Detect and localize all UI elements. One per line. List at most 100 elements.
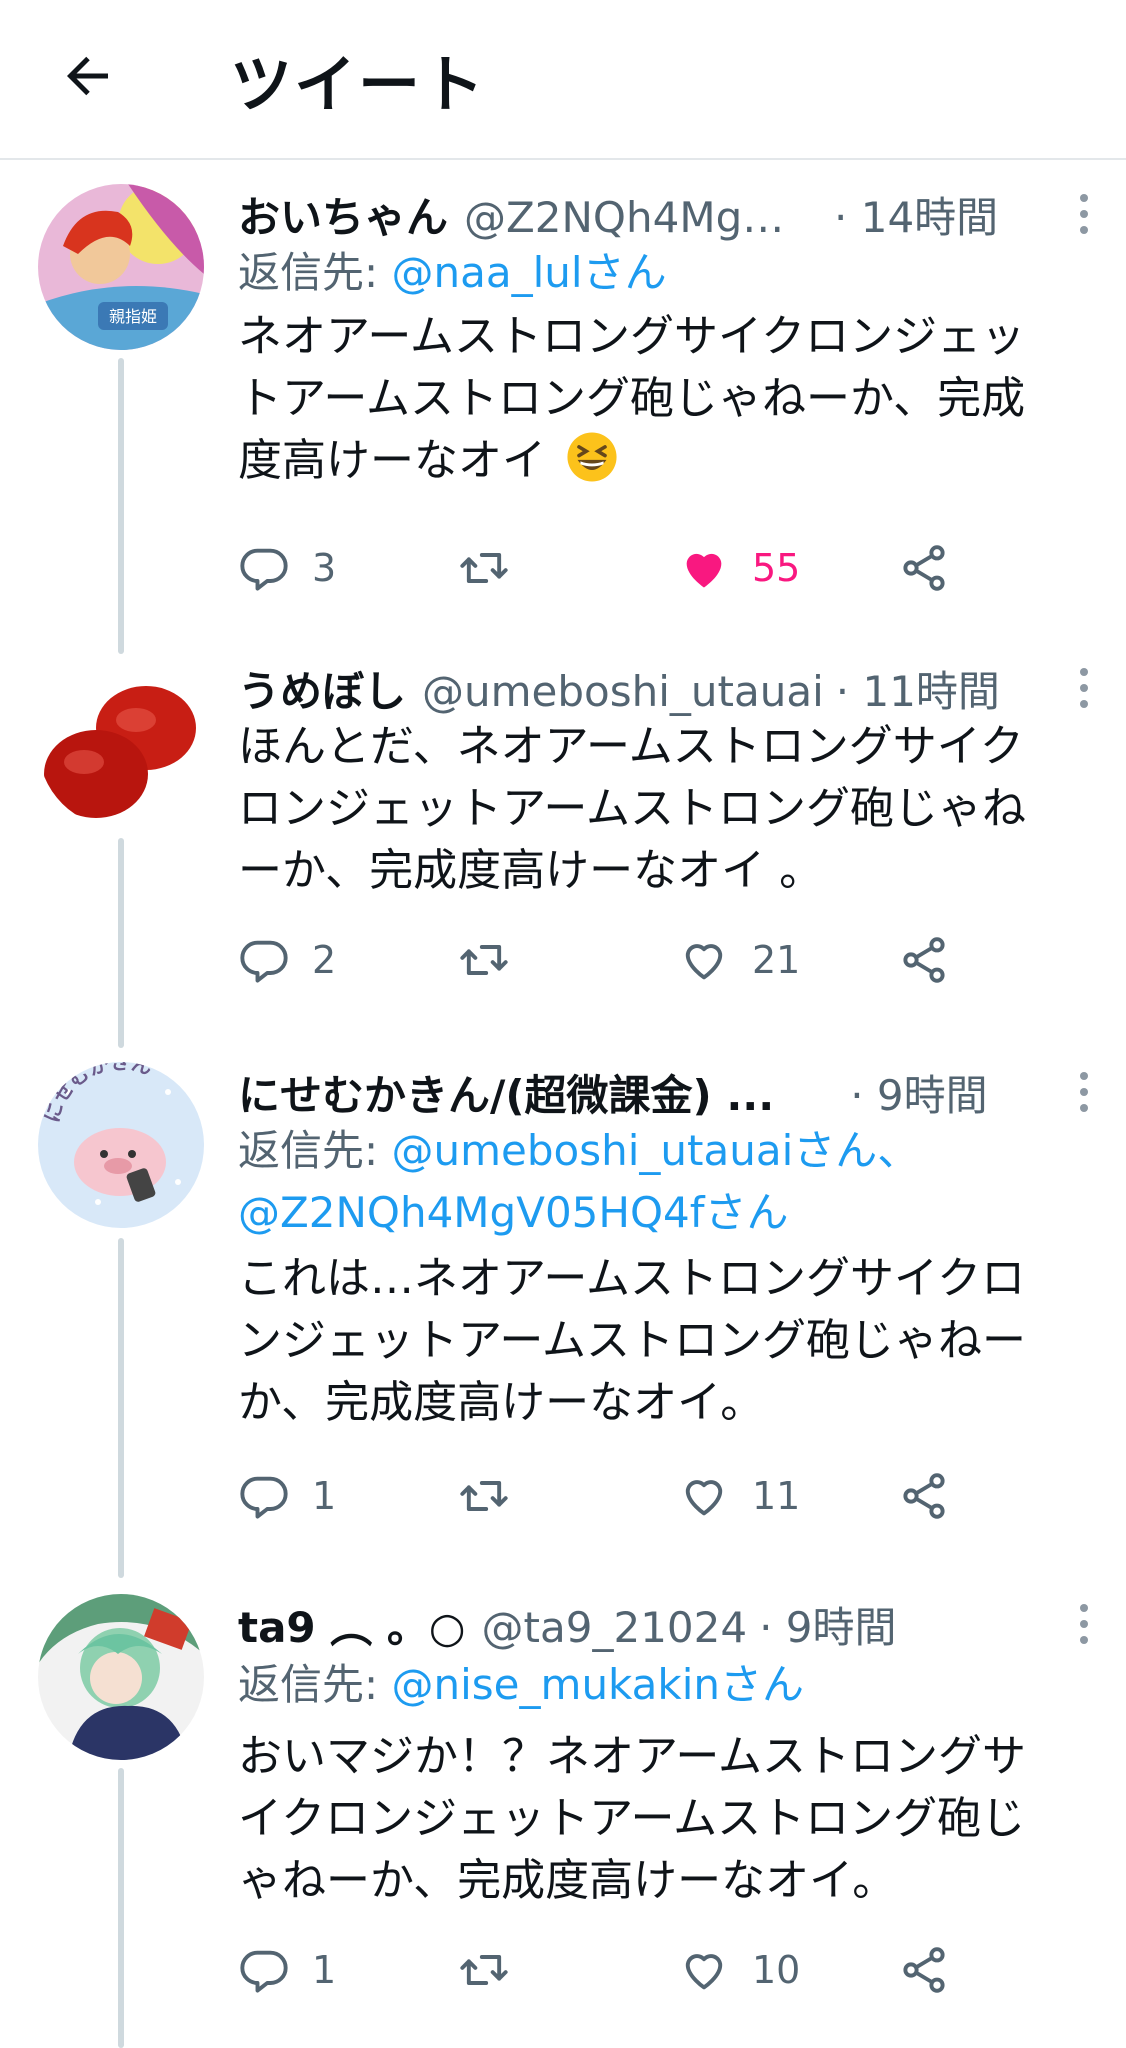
like-count: 11 bbox=[752, 1474, 801, 1518]
retweet-button[interactable] bbox=[458, 538, 532, 598]
reply-to-label: 返信先: bbox=[238, 248, 392, 297]
tweet[interactable]: にせむかきん にせむかきん/(超微課金) ... · 9時間 返信先: @ume… bbox=[0, 1048, 1126, 1578]
timestamp[interactable]: · 11時間 bbox=[836, 658, 1000, 719]
tweet-text-line: ゃねーか、完成度高けーなオイ。 bbox=[238, 1855, 897, 1906]
like-count: 10 bbox=[752, 1948, 801, 1992]
reply-button[interactable]: 1 bbox=[238, 1466, 336, 1526]
tweet-header: ta9 ︵ 。○ @ta9_21024 · 9時間 bbox=[238, 1594, 1066, 1652]
retweet-button[interactable] bbox=[458, 930, 532, 990]
like-count: 21 bbox=[752, 938, 801, 982]
tweet-text: ネオアームストロングサイクロンジェッ トアームストロング砲じゃねーか、完成 度高… bbox=[238, 306, 1084, 492]
timestamp[interactable]: · 14時間 bbox=[834, 184, 998, 245]
timestamp[interactable]: · 9時間 bbox=[759, 1594, 896, 1655]
more-options-icon[interactable] bbox=[1072, 1062, 1096, 1122]
display-name[interactable]: うめぼし bbox=[238, 658, 406, 719]
tweet-text-line: ンジェットアームストロング砲じゃねー bbox=[238, 1315, 1027, 1366]
reply-to-line: 返信先: @naa_lulさん bbox=[238, 242, 1096, 304]
retweet-icon bbox=[460, 553, 508, 583]
like-button[interactable]: 11 bbox=[678, 1466, 800, 1526]
tweet-text-line: か、完成度高けーなオイ。 bbox=[238, 1377, 765, 1428]
reply-button[interactable]: 1 bbox=[238, 1940, 336, 2000]
tweet[interactable]: うめぼし @umeboshi_utauai · 11時間 ほんとだ、ネオアームス… bbox=[0, 638, 1126, 1048]
heart-outline-icon bbox=[685, 944, 723, 980]
share-icon bbox=[903, 1473, 945, 1519]
display-name[interactable]: にせむかきん/(超微課金) ... bbox=[238, 1062, 774, 1123]
more-options-icon[interactable] bbox=[1072, 1594, 1096, 1654]
tweet-text-line: 度高けーなオイ bbox=[238, 430, 1084, 492]
thread-line bbox=[118, 1768, 124, 2048]
share-button[interactable] bbox=[898, 1940, 950, 2000]
reply-to-line: 返信先: @umeboshi_utauaiさん、 @Z2NQh4MgV05HQ4… bbox=[238, 1120, 1096, 1244]
avatar[interactable] bbox=[38, 1594, 204, 1760]
like-button[interactable]: 10 bbox=[678, 1940, 800, 2000]
tweet-text-line: ネオアームストロングサイクロンジェッ bbox=[238, 311, 1026, 362]
heart-filled-icon bbox=[686, 553, 722, 588]
avatar-image-icon bbox=[38, 1594, 204, 1760]
tweet-header: にせむかきん/(超微課金) ... · 9時間 bbox=[238, 1062, 1066, 1120]
display-name[interactable]: おいちゃん bbox=[238, 184, 448, 245]
reply-count: 1 bbox=[312, 1948, 337, 1992]
heart-outline-icon bbox=[685, 1480, 723, 1516]
user-handle[interactable]: @Z2NQh4MgV... bbox=[464, 193, 804, 242]
reply-mention-link[interactable]: @Z2NQh4MgV05HQ4fさん bbox=[238, 1188, 789, 1237]
tweet-text: おいマジか！？ネオアームストロングサ イクロンジェットアームストロング砲じ ゃね… bbox=[238, 1726, 1084, 1912]
back-button[interactable] bbox=[52, 40, 124, 112]
tweet-text: これは…ネオアームストロングサイクロ ンジェットアームストロング砲じゃねー か、… bbox=[238, 1248, 1084, 1434]
share-icon bbox=[903, 1947, 945, 1993]
reply-to-label: 返信先: bbox=[238, 1126, 392, 1175]
share-button[interactable] bbox=[898, 1466, 950, 1526]
reply-icon bbox=[240, 1476, 288, 1519]
share-icon bbox=[903, 545, 945, 591]
avatar-image-icon: 親指姫 bbox=[38, 184, 204, 350]
back-arrow-icon bbox=[67, 56, 108, 96]
retweet-icon bbox=[460, 1481, 508, 1511]
tweet[interactable]: ta9 ︵ 。○ @ta9_21024 · 9時間 返信先: @nise_muk… bbox=[0, 1578, 1126, 2048]
top-bar: ツイート bbox=[0, 0, 1126, 160]
page-title: ツイート bbox=[230, 48, 487, 121]
tweet[interactable]: 親指姫 おいちゃん @Z2NQh4MgV... · 14時間 返信先: @naa… bbox=[0, 158, 1126, 648]
share-button[interactable] bbox=[898, 538, 950, 598]
retweet-button[interactable] bbox=[458, 1940, 532, 2000]
avatar-image-icon: にせむかきん bbox=[38, 1062, 204, 1228]
display-name[interactable]: ta9 ︵ 。○ bbox=[238, 1594, 466, 1655]
like-button[interactable]: 55 bbox=[678, 538, 800, 598]
avatar-label: 親指姫 bbox=[109, 307, 157, 326]
tweet-text-fragment: 度高けーなオイ bbox=[238, 435, 546, 486]
avatar[interactable]: 親指姫 bbox=[38, 184, 204, 350]
tweet-text-line: ロンジェットアームストロング砲じゃね bbox=[238, 783, 1027, 834]
timestamp[interactable]: · 9時間 bbox=[850, 1062, 987, 1123]
retweet-button[interactable] bbox=[458, 1466, 532, 1526]
tweet-text-line: これは…ネオアームストロングサイクロ bbox=[238, 1253, 1026, 1304]
tweet-text-line: ーか、完成度高けーなオイ 。 bbox=[238, 845, 824, 896]
thread-line bbox=[118, 838, 124, 1048]
reply-mention-link[interactable]: @naa_lulさん bbox=[392, 248, 667, 297]
tweet-text-line: イクロンジェットアームストロング砲じ bbox=[238, 1793, 1026, 1844]
reply-mention-link[interactable]: @umeboshi_utauaiさん、 bbox=[392, 1126, 920, 1175]
user-handle[interactable]: @umeboshi_utauai bbox=[422, 667, 824, 716]
tweet-text-line: ほんとだ、ネオアームストロングサイク bbox=[238, 721, 1024, 772]
tweet-actions: 1 11 bbox=[238, 1466, 998, 1526]
reply-icon bbox=[240, 1950, 288, 1993]
more-options-icon[interactable] bbox=[1072, 658, 1096, 718]
avatar[interactable]: にせむかきん bbox=[38, 1062, 204, 1228]
reply-to-label: 返信先: bbox=[238, 1660, 392, 1709]
heart-outline-icon bbox=[685, 1954, 723, 1990]
avatar-image-icon bbox=[38, 662, 204, 828]
user-handle[interactable]: @ta9_21024 bbox=[482, 1603, 748, 1652]
tweet-actions: 1 10 bbox=[238, 1940, 998, 2000]
thread-line bbox=[118, 1238, 124, 1578]
reply-button[interactable]: 3 bbox=[238, 538, 336, 598]
reply-mention-link[interactable]: @nise_mukakinさん bbox=[392, 1660, 804, 1709]
share-icon bbox=[903, 937, 945, 983]
avatar[interactable] bbox=[38, 662, 204, 828]
tweet-text: ほんとだ、ネオアームストロングサイク ロンジェットアームストロング砲じゃね ーか… bbox=[238, 716, 1084, 902]
tweet-header: おいちゃん @Z2NQh4MgV... · 14時間 bbox=[238, 184, 1066, 242]
reply-icon bbox=[240, 548, 288, 591]
reply-to-line: 返信先: @nise_mukakinさん bbox=[238, 1654, 1096, 1716]
reply-count: 3 bbox=[312, 546, 337, 590]
reply-count: 1 bbox=[312, 1474, 337, 1518]
more-options-icon[interactable] bbox=[1072, 184, 1096, 244]
reply-button[interactable]: 2 bbox=[238, 930, 336, 990]
like-button[interactable]: 21 bbox=[678, 930, 800, 990]
share-button[interactable] bbox=[898, 930, 950, 990]
